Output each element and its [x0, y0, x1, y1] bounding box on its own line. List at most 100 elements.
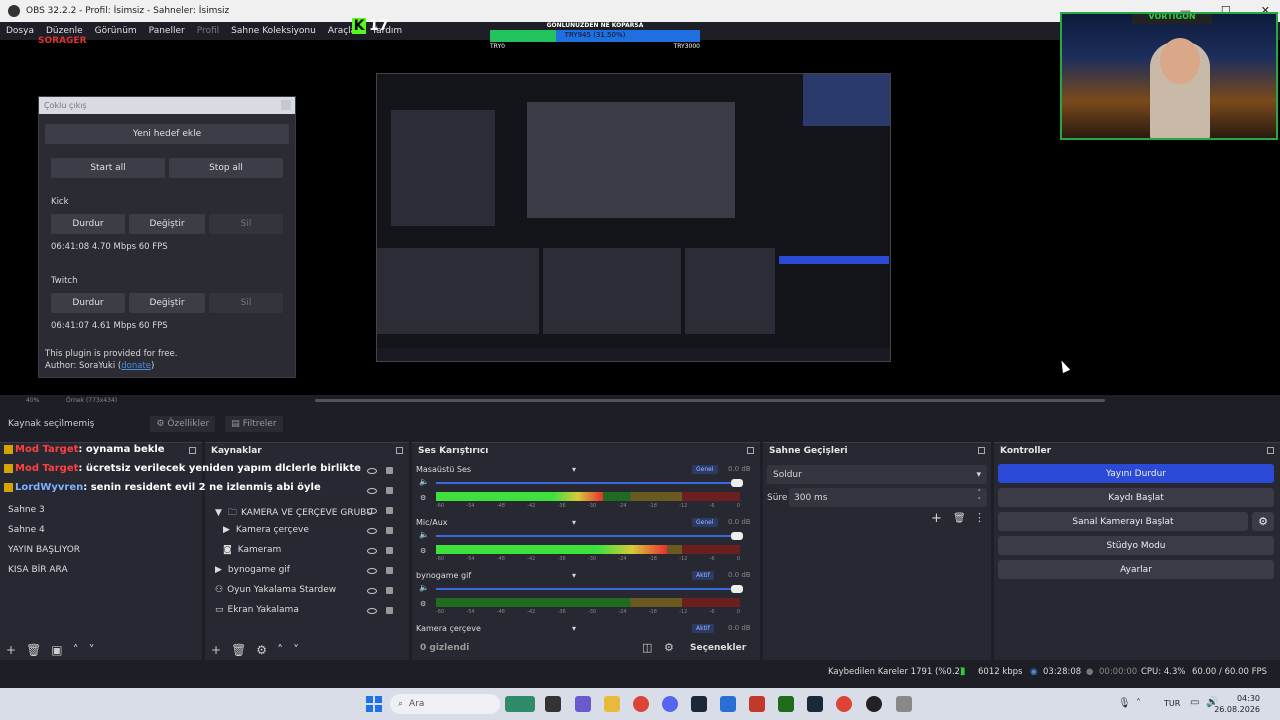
add-transition-icon[interactable]: +: [931, 511, 942, 526]
menu-edit[interactable]: Düzenle: [46, 26, 83, 36]
start-record-button[interactable]: Kaydı Başlat: [998, 488, 1274, 507]
chrome-icon[interactable]: [836, 696, 852, 712]
twitch-delete-button[interactable]: Sil: [209, 293, 283, 313]
scene-item[interactable]: YAYIN BAŞLIYOR: [8, 545, 80, 555]
steam-icon[interactable]: [691, 696, 707, 712]
audio-settings-icon[interactable]: ⚙: [420, 600, 426, 608]
slider-knob[interactable]: [731, 532, 743, 540]
tray-chevron-icon[interactable]: ˄: [1136, 698, 1141, 709]
lock-icon[interactable]: [386, 487, 393, 494]
obs-taskbar-icon[interactable]: [866, 696, 882, 712]
discord-icon[interactable]: [662, 696, 678, 712]
transition-select[interactable]: Soldur ▾: [767, 465, 987, 484]
trash-icon[interactable]: 🗑: [26, 643, 41, 657]
speaker-icon[interactable]: 🔈: [419, 530, 429, 539]
add-icon[interactable]: +: [211, 643, 221, 657]
visibility-icon[interactable]: [367, 608, 377, 614]
channel-menu-chevron-icon[interactable]: ▾: [572, 624, 576, 633]
dock-popout-icon[interactable]: [189, 447, 196, 454]
lock-icon[interactable]: [386, 567, 393, 574]
teams-icon[interactable]: [575, 696, 591, 712]
channel-menu-chevron-icon[interactable]: ▾: [572, 518, 576, 527]
volume-slider[interactable]: [436, 532, 743, 540]
stop-all-button[interactable]: Stop all: [169, 158, 283, 178]
dock-popout-icon[interactable]: [747, 447, 754, 454]
more-icon[interactable]: ⋮: [974, 511, 985, 524]
start-all-button[interactable]: Start all: [51, 158, 165, 178]
network-icon[interactable]: ▭: [1190, 697, 1199, 708]
task-view-icon[interactable]: [545, 696, 561, 712]
visibility-icon[interactable]: [367, 488, 377, 494]
add-icon[interactable]: +: [6, 643, 16, 657]
mic-icon[interactable]: 🎙: [1118, 698, 1131, 709]
mixer-layout-icon[interactable]: ◫: [642, 641, 652, 654]
speaker-icon[interactable]: 🔈: [419, 583, 429, 592]
source-item[interactable]: ▭ Ekran Yakalama: [215, 605, 299, 615]
slider-knob[interactable]: [731, 479, 743, 487]
language-indicator[interactable]: TUR: [1164, 699, 1180, 708]
source-item[interactable]: ▶ Kamera çerçeve: [223, 525, 309, 535]
duration-input[interactable]: 300 ms ˄ ˅: [789, 488, 987, 507]
menu-view[interactable]: Görünüm: [95, 26, 137, 36]
filter-icon[interactable]: ▣: [51, 643, 62, 657]
app-icon[interactable]: [720, 696, 736, 712]
properties-button[interactable]: ⚙ Özellikler: [150, 416, 216, 432]
lock-icon[interactable]: [386, 467, 393, 474]
trash-icon[interactable]: 🗑: [231, 643, 246, 657]
settings-taskbar-icon[interactable]: [896, 696, 912, 712]
menu-file[interactable]: Dosya: [6, 26, 34, 36]
virtual-camera-button[interactable]: Sanal Kamerayı Başlat: [998, 512, 1248, 531]
slider-knob[interactable]: [731, 585, 743, 593]
source-item[interactable]: ▶ bynogame gif: [215, 565, 290, 575]
source-item[interactable]: ◙ Kameram: [223, 545, 281, 555]
gear-icon[interactable]: ⚙: [256, 643, 267, 657]
up-icon[interactable]: ˄: [73, 643, 79, 657]
down-icon[interactable]: ˅: [293, 643, 299, 657]
menu-docks[interactable]: Paneller: [149, 26, 185, 36]
source-item[interactable]: ⚇ Oyun Yakalama Stardew: [215, 585, 336, 595]
trash-icon[interactable]: 🗑: [953, 513, 966, 524]
start-icon[interactable]: [366, 696, 382, 712]
visibility-icon[interactable]: [367, 468, 377, 474]
clock[interactable]: 04:30 26.08.2026: [1214, 693, 1260, 715]
taskbar-search[interactable]: ⌕ Ara: [390, 694, 500, 714]
zoom-level[interactable]: 40%: [26, 397, 39, 404]
lock-icon[interactable]: [386, 607, 393, 614]
visibility-icon[interactable]: [367, 508, 377, 514]
widget-icon[interactable]: [505, 696, 535, 712]
preview-scrollbar[interactable]: [315, 399, 1105, 402]
menu-profile[interactable]: Profil: [197, 26, 219, 36]
visibility-icon[interactable]: [367, 528, 377, 534]
visibility-icon[interactable]: [367, 548, 377, 554]
up-icon[interactable]: ˄: [277, 643, 283, 657]
chrome-icon[interactable]: [633, 696, 649, 712]
dock-popout-icon[interactable]: [396, 447, 403, 454]
explorer-icon[interactable]: [604, 696, 620, 712]
down-icon[interactable]: ˅: [89, 643, 95, 657]
dialog-close-icon[interactable]: [281, 100, 291, 110]
virtual-camera-settings-icon[interactable]: ⚙: [1252, 512, 1274, 531]
filters-button[interactable]: ▤ Filtreler: [225, 416, 283, 432]
kick-edit-button[interactable]: Değiştir: [129, 214, 205, 234]
kick-stop-button[interactable]: Durdur: [51, 214, 125, 234]
source-group[interactable]: ▼ 🗀 KAMERA VE ÇERÇEVE GRUBU: [215, 505, 373, 521]
speaker-icon[interactable]: 🔈: [419, 477, 429, 486]
studio-mode-button[interactable]: Stüdyo Modu: [998, 536, 1274, 555]
scene-item[interactable]: Sahne 3: [8, 505, 45, 515]
collapse-icon[interactable]: ▼: [215, 508, 222, 518]
options-button[interactable]: Seçenekler: [690, 643, 746, 653]
visibility-icon[interactable]: [367, 568, 377, 574]
settings-button[interactable]: Ayarlar: [998, 560, 1274, 579]
add-target-button[interactable]: Yeni hedef ekle: [45, 124, 289, 144]
menu-scene-collection[interactable]: Sahne Koleksiyonu: [231, 26, 316, 36]
app-icon[interactable]: [749, 696, 765, 712]
lock-icon[interactable]: [386, 587, 393, 594]
audio-settings-icon[interactable]: ⚙: [420, 547, 426, 555]
mixer-settings-icon[interactable]: ⚙: [664, 641, 674, 654]
app-icon[interactable]: [778, 696, 794, 712]
lock-icon[interactable]: [386, 547, 393, 554]
dock-popout-icon[interactable]: [978, 447, 985, 454]
donate-link[interactable]: donate: [121, 361, 151, 371]
scene-item[interactable]: Sahne 4: [8, 525, 45, 535]
twitch-edit-button[interactable]: Değiştir: [129, 293, 205, 313]
